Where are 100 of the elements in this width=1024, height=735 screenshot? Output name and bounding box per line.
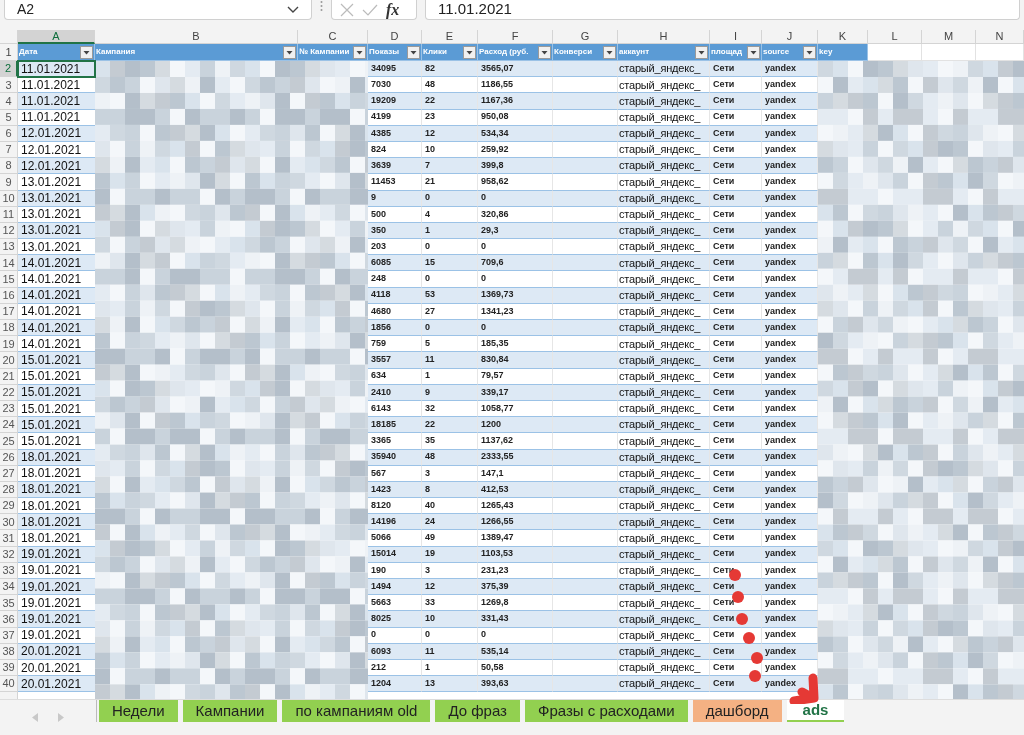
row-header[interactable]: 31 <box>0 530 18 547</box>
row-header[interactable]: 2 <box>0 61 18 78</box>
column-header[interactable]: K <box>818 30 868 44</box>
table-cell: 48 <box>422 77 478 94</box>
filter-button[interactable] <box>407 45 420 59</box>
table-cell <box>553 595 618 612</box>
table-cell: старый_яндекс_ <box>618 61 710 78</box>
column-header[interactable]: I <box>710 30 762 44</box>
table-cell: старый_яндекс_ <box>618 271 710 288</box>
column-header[interactable]: F <box>478 30 553 44</box>
row-header[interactable]: 1 <box>0 44 18 61</box>
sheet-tab[interactable]: До фраз <box>435 700 520 723</box>
filter-button[interactable] <box>695 45 708 59</box>
row-header[interactable]: 29 <box>0 498 18 515</box>
table-cell: 18185 <box>368 417 422 434</box>
row-header[interactable]: 19 <box>0 336 18 353</box>
column-header[interactable]: L <box>868 30 922 44</box>
sheet-tab[interactable]: Фразы с расходами <box>525 700 688 723</box>
table-cell <box>553 77 618 94</box>
table-cell: 19.01.2021 <box>18 595 95 612</box>
table-cell: Сети <box>710 93 762 110</box>
column-header[interactable]: N <box>976 30 1024 44</box>
row-header[interactable]: 13 <box>0 239 18 256</box>
row-header[interactable]: 25 <box>0 433 18 450</box>
column-header[interactable]: E <box>422 30 478 44</box>
table-cell: старый_яндекс_ <box>618 77 710 94</box>
table-cell: старый_яндекс_ <box>618 676 710 693</box>
row-header[interactable]: 40 <box>0 676 18 693</box>
row-header[interactable]: 30 <box>0 514 18 531</box>
row-header[interactable]: 24 <box>0 417 18 434</box>
filter-button[interactable] <box>283 45 296 59</box>
table-cell: 18.01.2021 <box>18 498 95 515</box>
column-header[interactable]: B <box>95 30 298 44</box>
sheet-tab[interactable]: по кампаниям old <box>282 700 431 723</box>
column-header[interactable]: M <box>922 30 976 44</box>
row-header[interactable]: 3 <box>0 77 18 94</box>
table-cell: yandex <box>762 174 818 191</box>
column-title: № Кампании <box>299 46 350 58</box>
table-cell <box>553 158 618 175</box>
filter-button[interactable] <box>353 45 366 59</box>
row-header[interactable]: 8 <box>0 158 18 175</box>
column-header[interactable]: J <box>762 30 818 44</box>
sheet-tab[interactable]: Недели <box>99 700 178 723</box>
filter-button[interactable] <box>747 45 760 59</box>
check-icon[interactable] <box>362 3 378 16</box>
table-cell <box>553 498 618 515</box>
table-cell: 1269,8 <box>478 595 553 612</box>
table-cell: 1137,62 <box>478 433 553 450</box>
row-header[interactable]: 15 <box>0 271 18 288</box>
column-title: аккаунт <box>619 46 650 58</box>
column-header[interactable]: G <box>553 30 618 44</box>
table-cell: 5066 <box>368 530 422 547</box>
formula-value: 11.01.2021 <box>438 0 512 20</box>
row-header[interactable]: 14 <box>0 255 18 272</box>
table-cell: старый_яндекс_ <box>618 255 710 272</box>
formula-field[interactable]: 11.01.2021 <box>425 0 1020 20</box>
row-header[interactable]: 35 <box>0 595 18 612</box>
insert-function-button[interactable]: fx <box>386 0 400 22</box>
filter-button[interactable] <box>463 45 476 59</box>
table-cell: yandex <box>762 77 818 94</box>
table-cell: 1494 <box>368 579 422 596</box>
filter-button[interactable] <box>80 45 93 59</box>
column-header[interactable]: H <box>618 30 710 44</box>
table-cell <box>553 255 618 272</box>
table-cell <box>976 44 1024 61</box>
table-cell: старый_яндекс_ <box>618 433 710 450</box>
table-cell <box>553 530 618 547</box>
table-cell: Сети <box>710 174 762 191</box>
name-box[interactable]: A2 <box>4 0 312 20</box>
row-header[interactable]: 36 <box>0 611 18 628</box>
table-cell: 15.01.2021 <box>18 433 95 450</box>
table-cell: 14.01.2021 <box>18 255 95 272</box>
column-header[interactable]: C <box>298 30 368 44</box>
table-cell: 1200 <box>478 417 553 434</box>
table-cell: 1389,47 <box>478 530 553 547</box>
row-header[interactable]: 9 <box>0 174 18 191</box>
row-header[interactable]: 20 <box>0 352 18 369</box>
sheet-tab[interactable]: Кампании <box>182 700 278 723</box>
table-cell: 3365 <box>368 433 422 450</box>
sheet-tab[interactable]: дашборд <box>692 700 782 723</box>
row-header[interactable]: 34 <box>0 579 18 596</box>
filter-button[interactable] <box>803 45 816 59</box>
table-cell: yandex <box>762 158 818 175</box>
row-header[interactable]: 18 <box>0 320 18 337</box>
filter-button[interactable] <box>538 45 551 59</box>
table-cell: 18.01.2021 <box>18 530 95 547</box>
table-cell <box>553 320 618 337</box>
column-header[interactable]: D <box>368 30 422 44</box>
table-cell: 20.01.2021 <box>18 676 95 693</box>
table-cell: yandex <box>762 352 818 369</box>
table-cell <box>553 93 618 110</box>
row-header[interactable]: 4 <box>0 93 18 110</box>
table-cell: старый_яндекс_ <box>618 352 710 369</box>
filter-button[interactable] <box>603 45 616 59</box>
table-cell: Сети <box>710 595 762 612</box>
column-header[interactable]: A <box>18 30 95 44</box>
table-cell: 1265,43 <box>478 498 553 515</box>
table-cell <box>553 336 618 353</box>
table-cell: 13 <box>422 676 478 693</box>
sheet-tab[interactable]: ads <box>786 700 845 723</box>
